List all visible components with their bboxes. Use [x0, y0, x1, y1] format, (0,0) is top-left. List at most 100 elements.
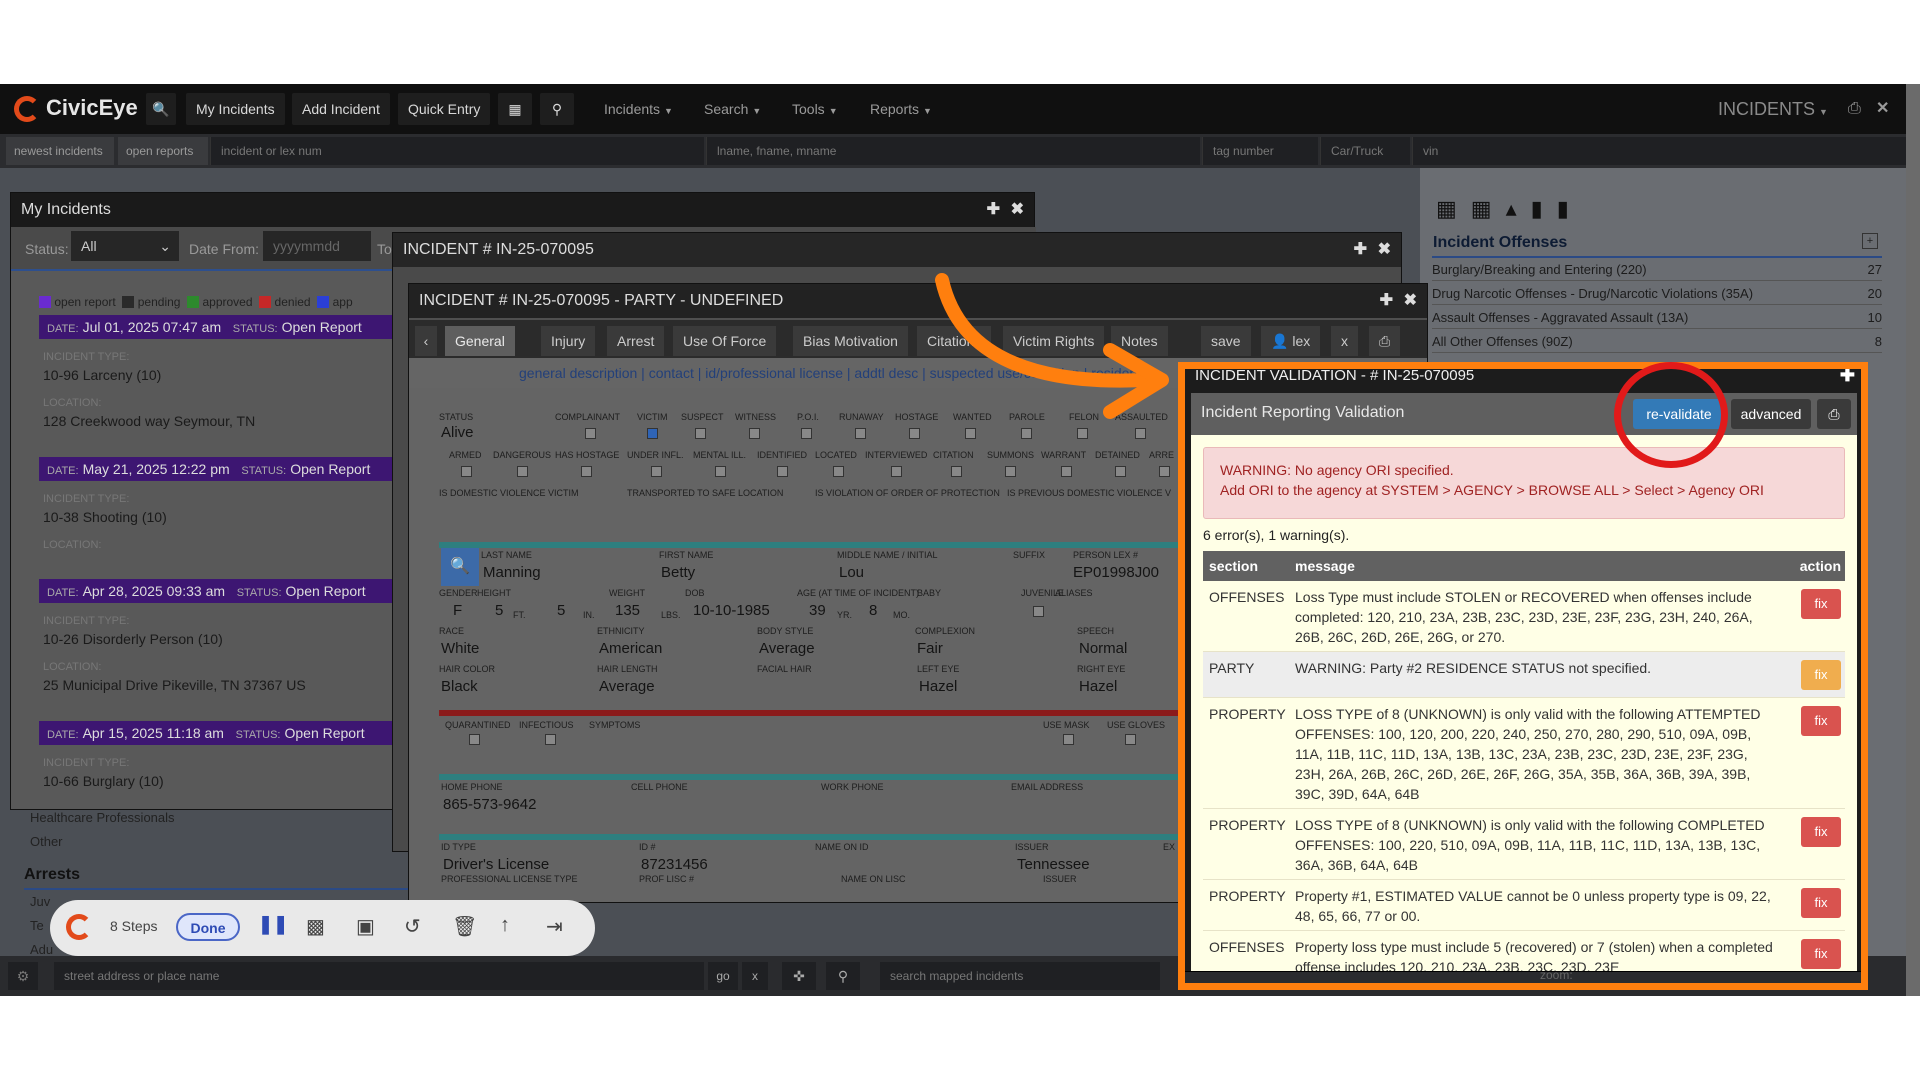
under-influence-checkbox[interactable] — [651, 466, 662, 477]
newest-incidents-button[interactable]: newest incidents — [6, 137, 114, 165]
calculator-icon[interactable]: ▦ — [498, 93, 532, 125]
pause-icon[interactable]: ❚❚ — [258, 914, 288, 935]
identified-checkbox[interactable] — [777, 466, 788, 477]
name-search-input[interactable]: lname, fname, mname — [706, 137, 1200, 165]
blur-icon[interactable]: ▩ — [306, 914, 325, 939]
image-icon[interactable]: ▣ — [356, 914, 375, 939]
advanced-button[interactable]: advanced — [1731, 399, 1811, 429]
close-icon[interactable]: ✖ — [1378, 233, 1391, 267]
poi-checkbox[interactable] — [801, 428, 812, 439]
armed-checkbox[interactable] — [461, 466, 472, 477]
add-icon[interactable]: ✚ — [1354, 233, 1367, 267]
left-eye-field[interactable]: Hazel — [919, 678, 957, 695]
interviewed-checkbox[interactable] — [891, 466, 902, 477]
id-number-field[interactable]: 87231456 — [641, 856, 708, 873]
add-icon[interactable]: ✚ — [1380, 284, 1393, 318]
close-icon[interactable]: ✕ — [1876, 93, 1889, 125]
share-icon[interactable]: ↑ — [500, 914, 510, 937]
speech-field[interactable]: Normal — [1079, 640, 1127, 657]
fix-button[interactable]: fix — [1801, 706, 1841, 736]
lex-button[interactable]: 👤 lex — [1261, 326, 1321, 356]
incident-card-header[interactable]: DATE: Apr 15, 2025 11:18 am STATUS: Open R… — [39, 721, 404, 745]
print-icon[interactable]: ⎙ — [1848, 93, 1861, 125]
hostage-checkbox[interactable] — [909, 428, 920, 439]
body-style-field[interactable]: Average — [759, 640, 815, 657]
last-name-field[interactable]: Manning — [483, 564, 541, 581]
arrested-checkbox[interactable] — [1159, 466, 1170, 477]
tab-injury[interactable]: Injury — [541, 326, 596, 356]
warrant-checkbox[interactable] — [1061, 466, 1072, 477]
skip-icon[interactable]: ⇥ — [546, 914, 563, 939]
id-type-field[interactable]: Driver's License — [443, 856, 549, 873]
middle-name-field[interactable]: Lou — [839, 564, 864, 581]
fix-button[interactable]: fix — [1801, 660, 1841, 690]
hair-length-field[interactable]: Average — [599, 678, 655, 695]
settings-gear-icon[interactable]: ⚙ — [8, 962, 38, 990]
suspect-checkbox[interactable] — [695, 428, 706, 439]
tag-number-input[interactable]: tag number — [1202, 137, 1318, 165]
runaway-checkbox[interactable] — [855, 428, 866, 439]
right-eye-field[interactable]: Hazel — [1079, 678, 1117, 695]
search-icon[interactable]: 🔍 — [146, 93, 176, 125]
open-reports-button[interactable]: open reports — [118, 137, 208, 165]
located-checkbox[interactable] — [833, 466, 844, 477]
expand-icon[interactable]: + — [1862, 233, 1878, 249]
menu-reports[interactable]: Reports ▼ — [870, 93, 932, 125]
summons-checkbox[interactable] — [1005, 466, 1016, 477]
close-party-button[interactable]: x — [1331, 326, 1358, 356]
menu-search[interactable]: Search ▼ — [704, 93, 761, 125]
citation-checkbox[interactable] — [951, 466, 962, 477]
address-input[interactable]: street address or place name — [54, 962, 704, 990]
juvenile-checkbox[interactable] — [1033, 606, 1044, 617]
weight-field[interactable]: 135 — [615, 602, 640, 619]
age-months-field[interactable]: 8 — [869, 602, 877, 619]
status-value[interactable]: Alive — [441, 424, 474, 441]
gender-field[interactable]: F — [453, 602, 462, 619]
vin-input[interactable]: vin — [1412, 137, 1906, 165]
crosshair-icon[interactable]: ✜ — [782, 962, 816, 990]
go-button[interactable]: go — [708, 962, 738, 990]
complexion-field[interactable]: Fair — [917, 640, 943, 657]
menu-tools[interactable]: Tools ▼ — [792, 93, 838, 125]
ethnicity-field[interactable]: American — [599, 640, 662, 657]
tab-arrest[interactable]: Arrest — [607, 326, 665, 356]
mapped-search-input[interactable]: search mapped incidents — [880, 962, 1160, 990]
incident-card-header[interactable]: DATE: Jul 01, 2025 07:47 am STATUS: Open R… — [39, 315, 404, 339]
status-select[interactable]: All ⌄ — [71, 231, 179, 261]
first-name-field[interactable]: Betty — [661, 564, 695, 581]
has-hostage-checkbox[interactable] — [581, 466, 592, 477]
detained-checkbox[interactable] — [1115, 466, 1126, 477]
fix-button[interactable]: fix — [1801, 939, 1841, 969]
offense-row[interactable]: Burglary/Breaking and Entering (220) 27 — [1432, 259, 1882, 281]
incident-card-header[interactable]: DATE: Apr 28, 2025 09:33 am STATUS: Open R… — [39, 579, 404, 603]
trash-icon[interactable]: 🗑 — [452, 914, 477, 939]
window-scrollbar[interactable] — [1906, 84, 1920, 996]
home-phone-field[interactable]: 865-573-9642 — [443, 796, 536, 813]
use-gloves-checkbox[interactable] — [1125, 734, 1136, 745]
section-menu[interactable]: INCIDENTS ▼ — [1718, 93, 1828, 125]
map-pin-icon[interactable]: ⚲ — [826, 962, 860, 990]
close-icon[interactable]: ✖ — [1011, 193, 1024, 227]
undo-icon[interactable]: ↺ — [404, 914, 421, 939]
fix-button[interactable]: fix — [1801, 589, 1841, 619]
search-icon[interactable]: 🔍 — [441, 548, 479, 586]
map-pin-icon[interactable]: ⚲ — [540, 93, 574, 125]
tab-general[interactable]: General — [445, 326, 515, 356]
race-field[interactable]: White — [441, 640, 479, 657]
my-incidents-button[interactable]: My Incidents — [186, 93, 285, 125]
issuer-field[interactable]: Tennessee — [1017, 856, 1090, 873]
quarantined-checkbox[interactable] — [469, 734, 480, 745]
fix-button[interactable]: fix — [1801, 888, 1841, 918]
tab-use-of-force[interactable]: Use Of Force — [673, 326, 777, 356]
victim-checkbox[interactable] — [647, 428, 658, 439]
dashboard-icons[interactable]: ▦▦▴▮▮ — [1436, 196, 1583, 222]
incident-card-header[interactable]: DATE: May 21, 2025 12:22 pm STATUS: Open R… — [39, 457, 404, 481]
close-icon[interactable]: ✚ — [1840, 365, 1855, 386]
quick-entry-button[interactable]: Quick Entry — [398, 93, 491, 125]
height-in-field[interactable]: 5 — [557, 602, 565, 619]
add-icon[interactable]: ✚ — [987, 193, 1000, 227]
height-ft-field[interactable]: 5 — [495, 602, 503, 619]
mental-ill-checkbox[interactable] — [715, 466, 726, 477]
vehicle-type-select[interactable]: Car/Truck — [1320, 137, 1410, 165]
print-icon[interactable]: ⎙ — [1369, 326, 1401, 356]
